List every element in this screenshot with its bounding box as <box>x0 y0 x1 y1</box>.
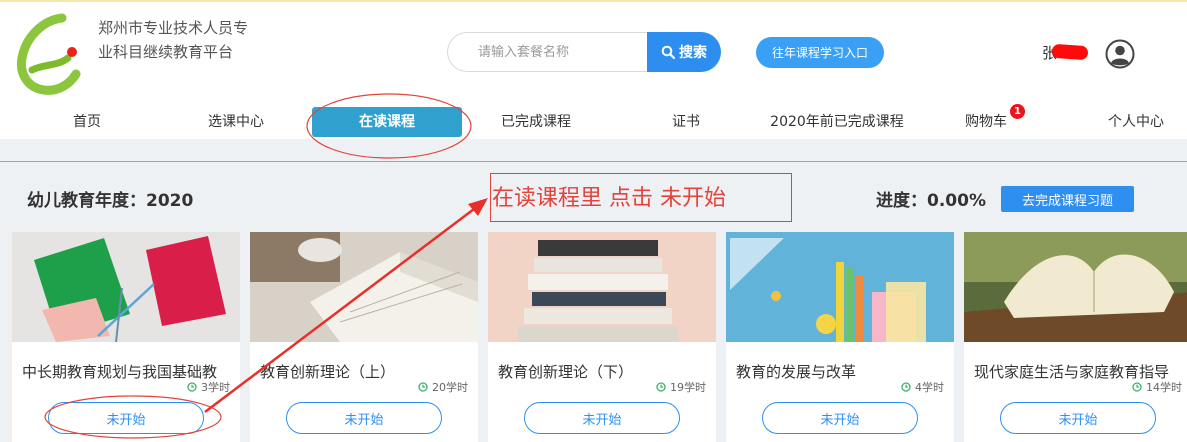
course-hours-value: 4学时 <box>915 381 944 394</box>
course-hours-value: 3学时 <box>201 381 230 394</box>
search-input[interactable] <box>478 34 648 70</box>
nav-certificates[interactable]: 证书 <box>664 105 708 139</box>
course-hours: 19学时 <box>656 379 706 395</box>
search-button-label: 搜索 <box>679 45 707 61</box>
nav-course-center[interactable]: 选课中心 <box>200 105 272 139</box>
clock-icon <box>1132 382 1142 392</box>
clock-icon <box>187 382 197 392</box>
redaction-mark <box>1051 43 1089 61</box>
clock-icon <box>656 382 666 392</box>
platform-logo[interactable] <box>14 12 82 96</box>
cart-count-badge: 1 <box>1010 104 1025 119</box>
history-courses-button[interactable]: 往年课程学习入口 <box>756 37 884 68</box>
nav-completed-courses[interactable]: 已完成课程 <box>494 105 578 139</box>
course-hours-value: 20学时 <box>432 381 468 394</box>
course-card[interactable]: 教育创新理论（下） 19学时 未开始 <box>488 232 716 442</box>
course-thumbnail[interactable] <box>250 232 478 342</box>
course-thumbnail[interactable] <box>726 232 954 342</box>
nav-cart-label: 购物车 <box>965 114 1007 130</box>
course-hours-value: 14学时 <box>1146 381 1182 394</box>
clock-icon <box>901 382 911 392</box>
course-card[interactable]: 中长期教育规划与我国基础教 3学时 未开始 <box>12 232 240 442</box>
nav-pre-2020-completed[interactable]: 2020年前已完成课程 <box>766 105 908 139</box>
nav-current-courses[interactable]: 在读课程 <box>312 107 462 137</box>
year-title: 幼儿教育年度：2020 <box>27 191 194 211</box>
course-hours: 14学时 <box>1132 379 1182 395</box>
nav-personal-center[interactable]: 个人中心 <box>1100 105 1172 139</box>
progress-value: 0.00% <box>927 191 986 211</box>
start-course-button[interactable]: 未开始 <box>524 402 680 434</box>
course-card[interactable]: 现代家庭生活与家庭教育指导 14学时 未开始 <box>964 232 1187 442</box>
clock-icon <box>418 382 428 392</box>
progress-label: 进度： <box>876 191 927 211</box>
platform-name: 郑州市专业技术人员专业科目继续教育平台 <box>98 19 249 61</box>
start-course-button[interactable]: 未开始 <box>286 402 442 434</box>
start-course-button[interactable]: 未开始 <box>762 402 918 434</box>
course-hours: 20学时 <box>418 379 468 395</box>
search-icon <box>661 45 675 59</box>
progress-indicator: 进度：0.00% <box>876 186 986 211</box>
course-hours: 4学时 <box>901 379 944 395</box>
search-box <box>447 32 648 72</box>
course-hours: 3学时 <box>187 379 230 395</box>
course-thumbnail[interactable] <box>488 232 716 342</box>
annotation-text: 在读课程里 点击 未开始 <box>492 186 726 211</box>
complete-exercises-button[interactable]: 去完成课程习题 <box>1001 186 1134 212</box>
header: 郑州市专业技术人员专业科目继续教育平台 搜索 往年课程学习入口 张 首页 选课中… <box>0 2 1187 139</box>
start-course-button[interactable]: 未开始 <box>1000 402 1156 434</box>
annotation-arrow-head <box>468 198 488 216</box>
main-nav: 首页 选课中心 在读课程 已完成课程 证书 2020年前已完成课程 购物车 1 … <box>0 104 1187 139</box>
user-avatar-icon[interactable] <box>1105 39 1135 69</box>
course-card[interactable]: 教育的发展与改革 4学时 未开始 <box>726 232 954 442</box>
nav-cart[interactable]: 购物车 1 <box>960 104 1025 139</box>
course-thumbnail[interactable] <box>12 232 240 343</box>
nav-home[interactable]: 首页 <box>59 105 115 139</box>
start-course-button[interactable]: 未开始 <box>48 402 204 434</box>
course-thumbnail[interactable] <box>964 232 1187 342</box>
search-button[interactable]: 搜索 <box>647 32 721 72</box>
course-hours-value: 19学时 <box>670 381 706 394</box>
course-card[interactable]: 教育创新理论（上） 20学时 未开始 <box>250 232 478 442</box>
header-divider <box>0 161 1187 162</box>
